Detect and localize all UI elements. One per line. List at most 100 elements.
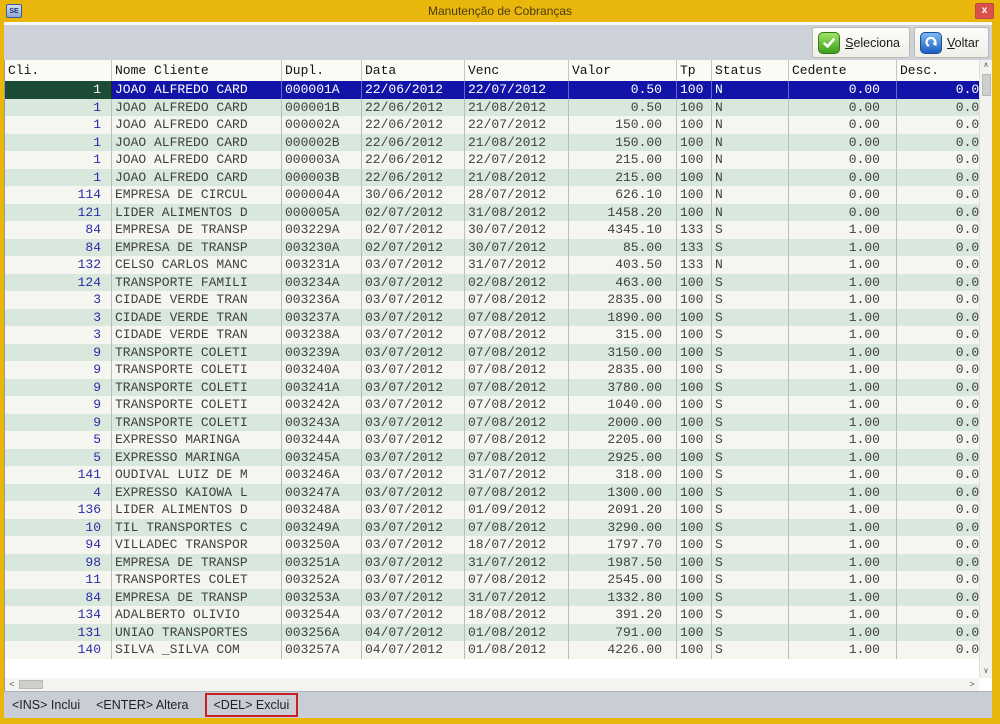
cell-nome: CELSO CARLOS MANC: [112, 256, 282, 274]
cell-cedente: 1.00: [789, 571, 897, 589]
cell-cli: 84: [5, 589, 112, 607]
horizontal-scrollbar[interactable]: < >: [5, 678, 979, 691]
cell-valor: 315.00: [569, 326, 677, 344]
scroll-down-icon[interactable]: ∨: [980, 666, 992, 678]
table-row[interactable]: 3CIDADE VERDE TRAN003236A03/07/201207/08…: [5, 291, 992, 309]
table-row[interactable]: 3CIDADE VERDE TRAN003238A03/07/201207/08…: [5, 326, 992, 344]
cell-dupl: 003234A: [282, 274, 362, 292]
cell-nome: EMPRESA DE TRANSP: [112, 221, 282, 239]
cell-tp: 100: [677, 116, 712, 134]
cell-venc: 07/08/2012: [465, 571, 569, 589]
cell-tp: 100: [677, 379, 712, 397]
table-row[interactable]: 5EXPRESSO MARINGA003245A03/07/201207/08/…: [5, 449, 992, 467]
table-row[interactable]: 131UNIAO TRANSPORTES003256A04/07/201201/…: [5, 624, 992, 642]
horizontal-scroll-thumb[interactable]: [19, 680, 43, 689]
column-header-nome[interactable]: Nome Cliente: [112, 60, 282, 81]
table-row[interactable]: 121LIDER ALIMENTOS D000005A02/07/201231/…: [5, 204, 992, 222]
column-header-data[interactable]: Data: [362, 60, 465, 81]
cell-status: S: [712, 536, 789, 554]
table-row[interactable]: 84EMPRESA DE TRANSP003253A03/07/201231/0…: [5, 589, 992, 607]
cell-cedente: 1.00: [789, 466, 897, 484]
grid-rows: 1JOAO ALFREDO CARD000001A22/06/201222/07…: [5, 81, 992, 659]
column-header-valor[interactable]: Valor: [569, 60, 677, 81]
table-row[interactable]: 3CIDADE VERDE TRAN003237A03/07/201207/08…: [5, 309, 992, 327]
cell-dupl: 000002B: [282, 134, 362, 152]
table-row[interactable]: 132CELSO CARLOS MANC003231A03/07/201231/…: [5, 256, 992, 274]
cell-cli: 9: [5, 379, 112, 397]
voltar-button[interactable]: Voltar: [914, 27, 989, 58]
scroll-right-icon[interactable]: >: [965, 680, 979, 690]
table-row[interactable]: 98EMPRESA DE TRANSP003251A03/07/201231/0…: [5, 554, 992, 572]
cell-cedente: 1.00: [789, 624, 897, 642]
table-row[interactable]: 84EMPRESA DE TRANSP003229A02/07/201230/0…: [5, 221, 992, 239]
column-header-cli[interactable]: Cli.: [5, 60, 112, 81]
cell-valor: 403.50: [569, 256, 677, 274]
table-row[interactable]: 1JOAO ALFREDO CARD000002B22/06/201221/08…: [5, 134, 992, 152]
cell-nome: EXPRESSO KAIOWA L: [112, 484, 282, 502]
cell-data: 02/07/2012: [362, 221, 465, 239]
table-row[interactable]: 134ADALBERTO OLIVIO003254A03/07/201218/0…: [5, 606, 992, 624]
cell-desc: 0.00: [897, 379, 992, 397]
table-row[interactable]: 84EMPRESA DE TRANSP003230A02/07/201230/0…: [5, 239, 992, 257]
column-header-status[interactable]: Status: [712, 60, 789, 81]
table-row[interactable]: 10TIL TRANSPORTES C003249A03/07/201207/0…: [5, 519, 992, 537]
seleciona-button[interactable]: Seleciona: [812, 27, 910, 58]
scroll-left-icon[interactable]: <: [5, 680, 19, 690]
cell-valor: 85.00: [569, 239, 677, 257]
close-button[interactable]: x: [975, 3, 994, 19]
column-header-tp[interactable]: Tp: [677, 60, 712, 81]
column-header-venc[interactable]: Venc: [465, 60, 569, 81]
table-row[interactable]: 11TRANSPORTES COLET003252A03/07/201207/0…: [5, 571, 992, 589]
cell-valor: 4226.00: [569, 641, 677, 659]
table-row[interactable]: 9TRANSPORTE COLETI003241A03/07/201207/08…: [5, 379, 992, 397]
table-row[interactable]: 114EMPRESA DE CIRCUL000004A30/06/201228/…: [5, 186, 992, 204]
table-row[interactable]: 141OUDIVAL LUIZ DE M003246A03/07/201231/…: [5, 466, 992, 484]
cell-dupl: 003249A: [282, 519, 362, 537]
table-row[interactable]: 5EXPRESSO MARINGA003244A03/07/201207/08/…: [5, 431, 992, 449]
cell-cedente: 1.00: [789, 536, 897, 554]
vertical-scrollbar[interactable]: ∧ ∨: [979, 60, 992, 678]
cell-cli: 84: [5, 239, 112, 257]
cell-cedente: 0.00: [789, 81, 897, 99]
table-row[interactable]: 9TRANSPORTE COLETI003239A03/07/201207/08…: [5, 344, 992, 362]
cell-cedente: 1.00: [789, 361, 897, 379]
column-header-cedente[interactable]: Cedente: [789, 60, 897, 81]
blue-back-arrow-icon: [920, 32, 942, 54]
table-row[interactable]: 9TRANSPORTE COLETI003240A03/07/201207/08…: [5, 361, 992, 379]
cell-nome: JOAO ALFREDO CARD: [112, 134, 282, 152]
cell-cli: 141: [5, 466, 112, 484]
cell-data: 03/07/2012: [362, 431, 465, 449]
table-row[interactable]: 94VILLADEC TRANSPOR003250A03/07/201218/0…: [5, 536, 992, 554]
scroll-up-icon[interactable]: ∧: [980, 60, 992, 72]
table-row[interactable]: 4EXPRESSO KAIOWA L003247A03/07/201207/08…: [5, 484, 992, 502]
cell-cedente: 1.00: [789, 291, 897, 309]
cell-valor: 2000.00: [569, 414, 677, 432]
cell-dupl: 000003B: [282, 169, 362, 187]
column-header-dupl[interactable]: Dupl.: [282, 60, 362, 81]
table-row[interactable]: 1JOAO ALFREDO CARD000001B22/06/201221/08…: [5, 99, 992, 117]
cell-tp: 100: [677, 151, 712, 169]
cell-valor: 791.00: [569, 624, 677, 642]
cell-dupl: 003256A: [282, 624, 362, 642]
table-row[interactable]: 1JOAO ALFREDO CARD000002A22/06/201222/07…: [5, 116, 992, 134]
table-row[interactable]: 1JOAO ALFREDO CARD000001A22/06/201222/07…: [5, 81, 992, 99]
table-row[interactable]: 1JOAO ALFREDO CARD000003B22/06/201221/08…: [5, 169, 992, 187]
vertical-scroll-thumb[interactable]: [982, 74, 991, 96]
column-header-desc[interactable]: Desc.: [897, 60, 992, 81]
table-row[interactable]: 140SILVA _SILVA COM003257A04/07/201201/0…: [5, 641, 992, 659]
table-row[interactable]: 124TRANSPORTE FAMILI003234A03/07/201202/…: [5, 274, 992, 292]
cell-cli: 136: [5, 501, 112, 519]
cell-data: 22/06/2012: [362, 151, 465, 169]
cell-dupl: 003230A: [282, 239, 362, 257]
table-row[interactable]: 1JOAO ALFREDO CARD000003A22/06/201222/07…: [5, 151, 992, 169]
cell-valor: 391.20: [569, 606, 677, 624]
cell-nome: CIDADE VERDE TRAN: [112, 291, 282, 309]
table-row[interactable]: 9TRANSPORTE COLETI003243A03/07/201207/08…: [5, 414, 992, 432]
cell-status: S: [712, 466, 789, 484]
cell-data: 03/07/2012: [362, 361, 465, 379]
table-row[interactable]: 9TRANSPORTE COLETI003242A03/07/201207/08…: [5, 396, 992, 414]
table-row[interactable]: 136LIDER ALIMENTOS D003248A03/07/201201/…: [5, 501, 992, 519]
cell-cedente: 1.00: [789, 326, 897, 344]
cell-venc: 31/07/2012: [465, 554, 569, 572]
cell-dupl: 003248A: [282, 501, 362, 519]
